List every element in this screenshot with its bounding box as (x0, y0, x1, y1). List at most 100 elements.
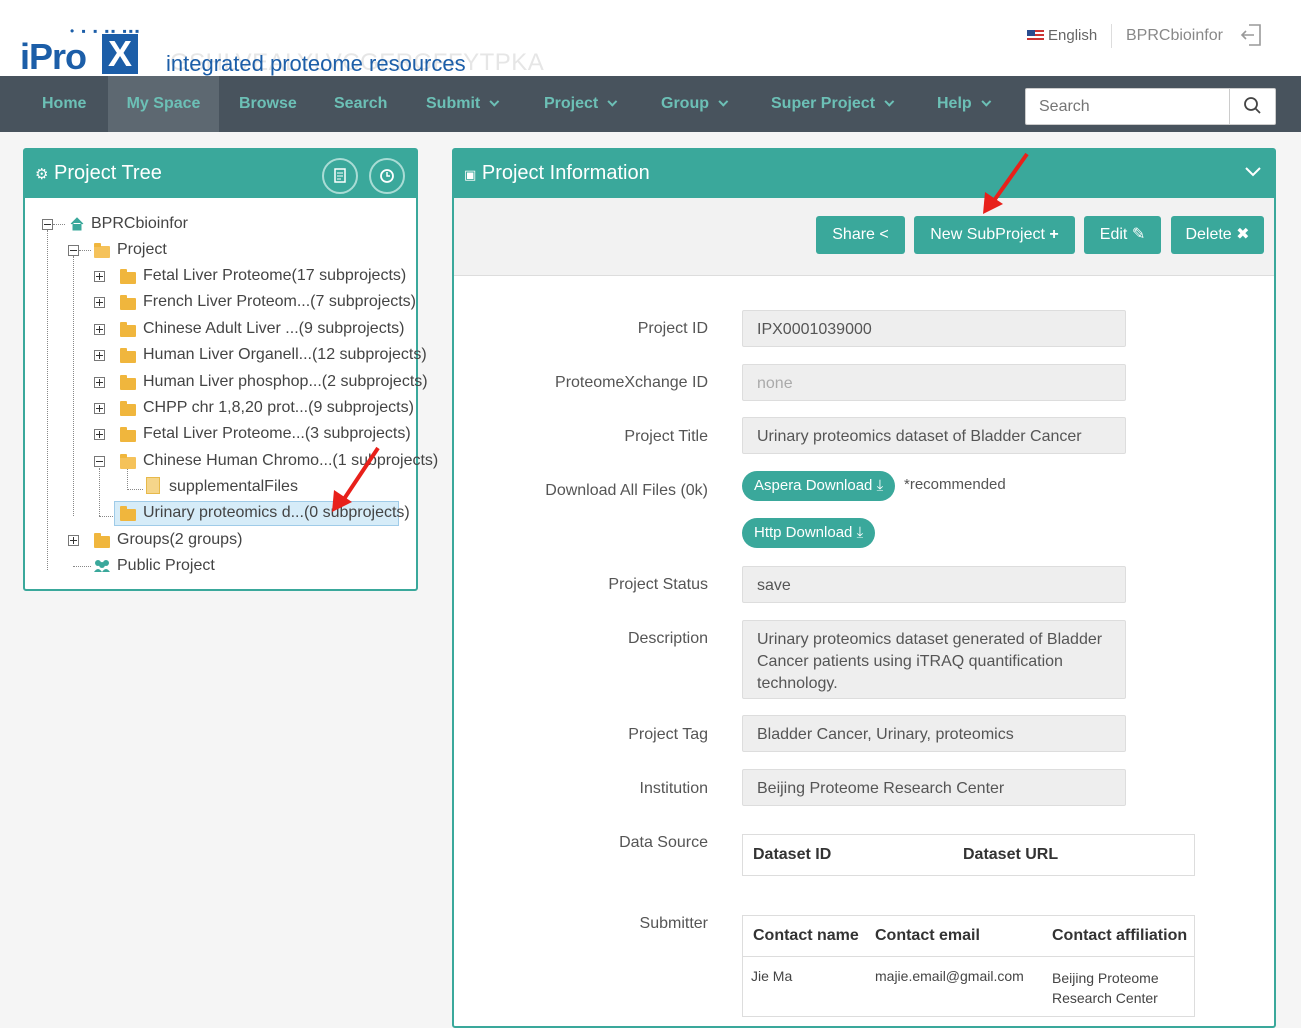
nav-search[interactable]: Search (334, 76, 387, 132)
tree-node-child[interactable]: Human Liver Organell...(12 subprojects) (143, 344, 427, 366)
gift-icon: ▣ (464, 167, 477, 182)
new-subproject-button[interactable]: New SubProject + (914, 216, 1075, 254)
description-field: Urinary proteomics dataset generated of … (742, 620, 1126, 699)
nav-my-space[interactable]: My Space (108, 76, 219, 132)
tree-node-child[interactable]: Fetal Liver Proteome(17 subprojects) (143, 265, 406, 287)
home-icon (69, 216, 85, 237)
language-selector[interactable]: English (1027, 27, 1097, 44)
search-button[interactable] (1229, 89, 1275, 124)
project-tree-title: Project Tree (54, 162, 162, 184)
project-id-field: IPX0001039000 (742, 310, 1126, 347)
label-project-title: Project Title (624, 428, 708, 445)
label-download-all-files: Download All Files (0k) (545, 482, 708, 499)
folder-icon (120, 295, 136, 310)
nav-browse[interactable]: Browse (239, 76, 297, 132)
chevron-down-icon (718, 96, 729, 107)
plus-icon: + (1049, 226, 1059, 243)
http-download-button[interactable]: Http Download ⤓ (742, 518, 876, 548)
logout-icon[interactable] (1240, 22, 1264, 48)
nav-group[interactable]: Group (661, 76, 729, 132)
top-divider (1111, 24, 1112, 48)
tree-line (99, 468, 100, 516)
search-icon (1244, 97, 1261, 114)
tree-node-child[interactable]: CHPP chr 1,8,20 prot...(9 subprojects) (143, 397, 414, 419)
tree-root-user[interactable]: BPRCbioinfor (91, 213, 188, 235)
chevron-down-icon[interactable] (1244, 164, 1262, 183)
tree-node-child[interactable]: French Liver Proteom...(7 subprojects) (143, 291, 416, 313)
label-project-tag: Project Tag (628, 726, 708, 743)
share-button[interactable]: Share < (816, 216, 905, 254)
nav-super-project[interactable]: Super Project (771, 76, 895, 132)
tree-line (99, 516, 115, 517)
submitter-table: Contact name Contact email Contact affil… (742, 915, 1195, 1017)
expand-toggle[interactable] (94, 429, 105, 440)
folder-icon (120, 427, 136, 442)
download-icon: ⤓ (856, 524, 864, 541)
project-title-field: Urinary proteomics dataset of Bladder Ca… (742, 417, 1126, 454)
project-information-header: ▣ Project Information (454, 150, 1274, 198)
institution-field: Beijing Proteome Research Center (742, 769, 1126, 806)
us-flag-icon (1027, 30, 1044, 41)
tree-line (73, 566, 91, 567)
project-information-title: Project Information (481, 162, 650, 184)
project-status-field: save (742, 566, 1126, 603)
expand-toggle[interactable] (94, 377, 105, 388)
chevron-down-icon (607, 96, 618, 107)
search-input[interactable] (1026, 89, 1229, 124)
folder-icon (120, 401, 136, 416)
nav-home[interactable]: Home (42, 76, 86, 132)
chevron-down-icon (489, 96, 500, 107)
label-project-id: Project ID (637, 320, 708, 337)
folder-icon (120, 348, 136, 363)
column-header-contact-email: Contact email (875, 927, 980, 944)
expand-toggle[interactable] (68, 535, 79, 546)
username-link[interactable]: BPRCbioinfor (1126, 27, 1223, 45)
tree-node-public-project[interactable]: Public Project (117, 555, 215, 577)
nav-submit[interactable]: Submit (426, 76, 500, 132)
clock-icon-button[interactable] (369, 158, 405, 194)
expand-toggle[interactable] (94, 350, 105, 361)
column-header-contact-name: Contact name (753, 927, 859, 944)
data-source-table: Dataset ID Dataset URL (742, 834, 1195, 876)
open-folder-icon (94, 243, 110, 258)
collapse-toggle[interactable] (68, 245, 79, 256)
cell-contact-affiliation: Beijing Proteome Research Center (1052, 970, 1159, 1006)
nav-help[interactable]: Help (937, 76, 991, 132)
folder-icon (120, 506, 136, 521)
expand-toggle[interactable] (94, 324, 105, 335)
tree-line (73, 256, 74, 516)
tree-line (53, 224, 65, 225)
close-icon: ✖ (1236, 226, 1250, 243)
tree-node-supplemental-files[interactable]: supplementalFiles (169, 476, 298, 498)
project-tag-field: Bladder Cancer, Urinary, proteomics (742, 715, 1126, 752)
edit-button[interactable]: Edit ✎ (1084, 216, 1161, 254)
expand-toggle[interactable] (94, 271, 105, 282)
folder-icon (120, 375, 136, 390)
tree-line (79, 250, 91, 251)
nav-project[interactable]: Project (544, 76, 618, 132)
tree-node-groups[interactable]: Groups(2 groups) (117, 529, 242, 551)
delete-button[interactable]: Delete ✖ (1171, 216, 1264, 254)
tree-line (127, 489, 143, 490)
collapse-toggle[interactable] (42, 219, 53, 230)
logo-ipro-text: iPro (20, 36, 87, 77)
top-bar: GSHLVEALYLVCGERGFFYTPKA • ▪ ▪ ▪▪ ▪▪▪ iPr… (0, 0, 1301, 77)
tree-node-child[interactable]: Chinese Human Chromo...(1 subprojects) (143, 450, 438, 472)
expand-toggle[interactable] (94, 403, 105, 414)
expand-toggle[interactable] (94, 297, 105, 308)
share-icon: < (879, 226, 889, 243)
users-icon (93, 558, 111, 579)
download-icon: ⤓ (876, 477, 884, 494)
column-header-contact-affiliation: Contact affiliation (1052, 927, 1188, 944)
tree-node-child[interactable]: Chinese Adult Liver ...(9 subprojects) (143, 318, 404, 340)
project-tree-panel: ⚙ Project Tree BPRCbioinfor Project Feta… (23, 148, 438, 591)
document-icon-button[interactable] (322, 158, 358, 194)
label-description: Description (627, 630, 708, 647)
tree-node-project[interactable]: Project (117, 239, 167, 261)
tree-node-child[interactable]: Human Liver phosphop...(2 subprojects) (143, 371, 428, 393)
aspera-download-button[interactable]: Aspera Download ⤓ (742, 471, 896, 501)
tree-line (47, 230, 48, 570)
collapse-toggle[interactable] (94, 456, 105, 467)
edit-icon: ✎ (1131, 226, 1146, 243)
chevron-down-icon (884, 96, 895, 107)
